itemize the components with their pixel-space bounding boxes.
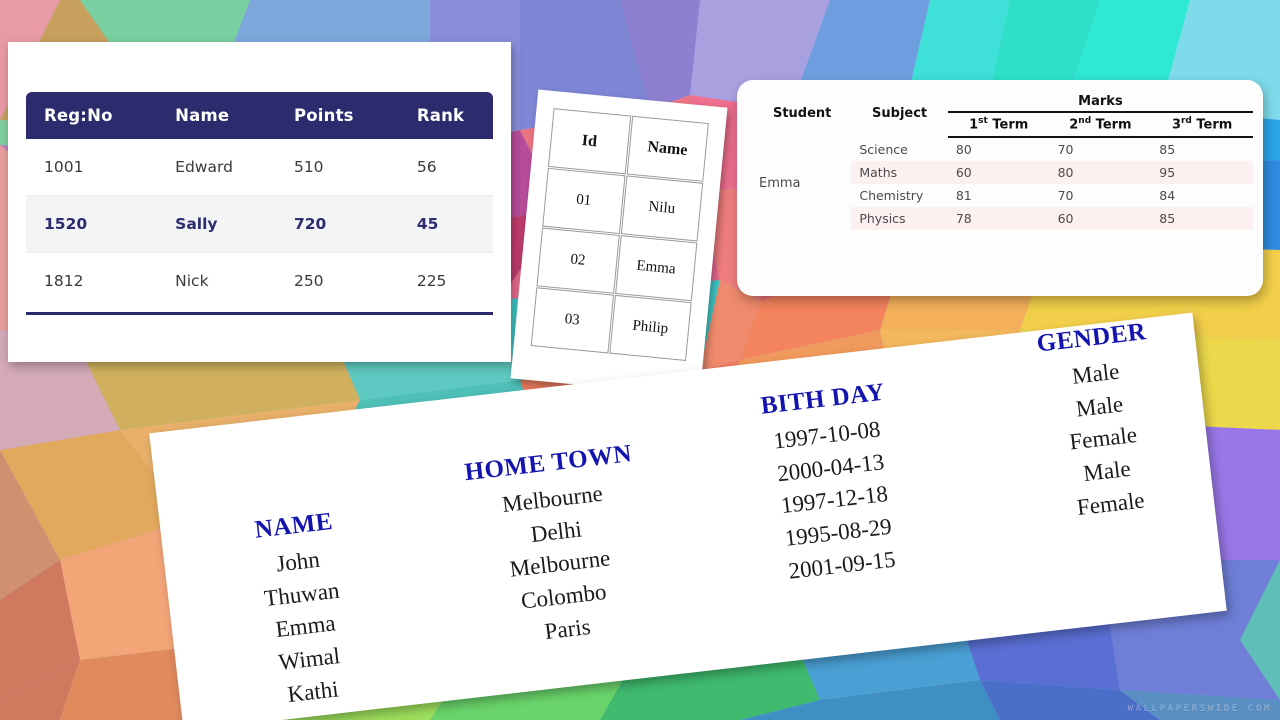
marks-group-header-row: Student Subject Marks [753,90,1253,121]
points-table-card: Reg:No Name Points Rank 1001 Edward 510 … [8,42,511,362]
idname-table: Id Name 01 Nilu 02 Emma 03 Philip [530,107,710,362]
marks-cell-term1: 80 [955,142,972,158]
points-table-header-row: Reg:No Name Points Rank [26,92,493,139]
marks-cell-term1: 78 [947,207,1050,231]
marks-cell-subject: Physics [851,207,948,231]
marks-cell-subject: Maths [851,161,948,185]
marks-table: Student Subject Marks 1st Term 2nd Term … [753,90,1253,231]
points-cell-rank: 225 [398,252,493,309]
marks-cell-term2: 70 [1057,142,1074,158]
points-cell-name: Edward [157,139,276,196]
marks-cell-term2: 80 [1049,161,1152,185]
marks-cell-term2: 70 [1057,188,1074,204]
idname-header-id[interactable]: Id [547,108,631,175]
points-header-rank[interactable]: Rank [398,92,493,139]
points-header-points[interactable]: Points [275,92,399,139]
table-row-highlighted[interactable]: 1520 Sally 720 45 [26,195,493,253]
idname-cell-name: Emma [614,235,698,302]
marks-cell-term3: 85 [1151,207,1253,231]
idname-cell-id: 01 [542,167,626,234]
marks-header-term-1[interactable]: 1st Term [947,112,1050,139]
points-header-regno[interactable]: Reg:No [26,92,158,139]
people-column-birthday: BITH DAY 1997-10-08 2000-04-13 1997-12-1… [697,371,968,596]
term-1-ordinal: 1 [969,117,979,133]
points-cell-rank: 56 [398,139,493,196]
wallpaper-watermark: WALLPAPERSWIDE.COM [1127,704,1272,714]
term-1-suffix: st [978,116,988,126]
marks-cell-term3: 85 [1159,142,1176,158]
term-3-label: Term [1196,117,1233,133]
points-table-bottom-rule [26,312,493,315]
screenshot-stage: WALLPAPERSWIDE.COM Reg:No Name Points Ra… [0,0,1280,720]
points-cell-points: 510 [275,139,399,196]
marks-cell-term2: 60 [1049,207,1152,231]
people-column-name: NAME John Thuwan Emma Wimal Kathi [168,498,439,720]
marks-cell-subject: Science [859,141,908,157]
points-cell-name: Sally [157,195,276,253]
points-cell-points: 720 [275,195,399,253]
points-cell-regno: 1001 [26,139,158,196]
marks-table-card: Student Subject Marks 1st Term 2nd Term … [737,80,1263,296]
points-table: Reg:No Name Points Rank 1001 Edward 510 … [26,92,493,309]
marks-cell-subject: Chemistry [859,188,924,204]
term-3-ordinal: 3 [1171,117,1181,133]
marks-cell-term3: 95 [1151,161,1253,185]
points-cell-regno: 1520 [26,195,158,253]
points-cell-regno: 1812 [26,252,158,309]
marks-cell-term1: 81 [955,188,972,204]
marks-header-term-2[interactable]: 2nd Term [1049,112,1152,139]
term-1-label: Term [992,117,1029,133]
points-cell-points: 250 [275,252,399,309]
table-row[interactable]: 1001 Edward 510 56 [26,139,493,196]
idname-cell-id: 03 [530,287,614,354]
people-column-hometown: HOME TOWN Melbourne Delhi Melbourne Colo… [423,435,694,660]
marks-cell-term1: 60 [947,161,1050,185]
marks-cell-term3: 84 [1159,188,1176,204]
points-cell-name: Nick [157,252,276,309]
table-row[interactable]: 1812 Nick 250 225 [26,252,493,309]
term-2-suffix: nd [1078,116,1092,126]
points-header-name[interactable]: Name [157,92,276,139]
term-2-label: Term [1095,117,1132,133]
idname-cell-name: Nilu [620,175,704,242]
idname-cell-id: 02 [536,227,620,294]
term-2-ordinal: 2 [1069,117,1079,133]
marks-header-term-3[interactable]: 3rd Term [1151,112,1253,139]
people-column-gender: GENDER Male Male Female Male Female [966,310,1237,535]
marks-header-subject[interactable]: Subject [851,90,948,137]
idname-table-card: Id Name 01 Nilu 02 Emma 03 Philip [510,89,728,397]
points-cell-rank: 45 [398,195,493,253]
marks-cell-student: Emma [759,176,801,192]
marks-header-student[interactable]: Student [753,90,851,137]
marks-header-group[interactable]: Marks [947,90,1253,113]
idname-cell-name: Philip [608,294,692,361]
table-row[interactable]: Emma Science 80 70 85 [753,137,1253,192]
idname-header-name[interactable]: Name [626,115,709,182]
term-3-suffix: rd [1180,116,1192,126]
